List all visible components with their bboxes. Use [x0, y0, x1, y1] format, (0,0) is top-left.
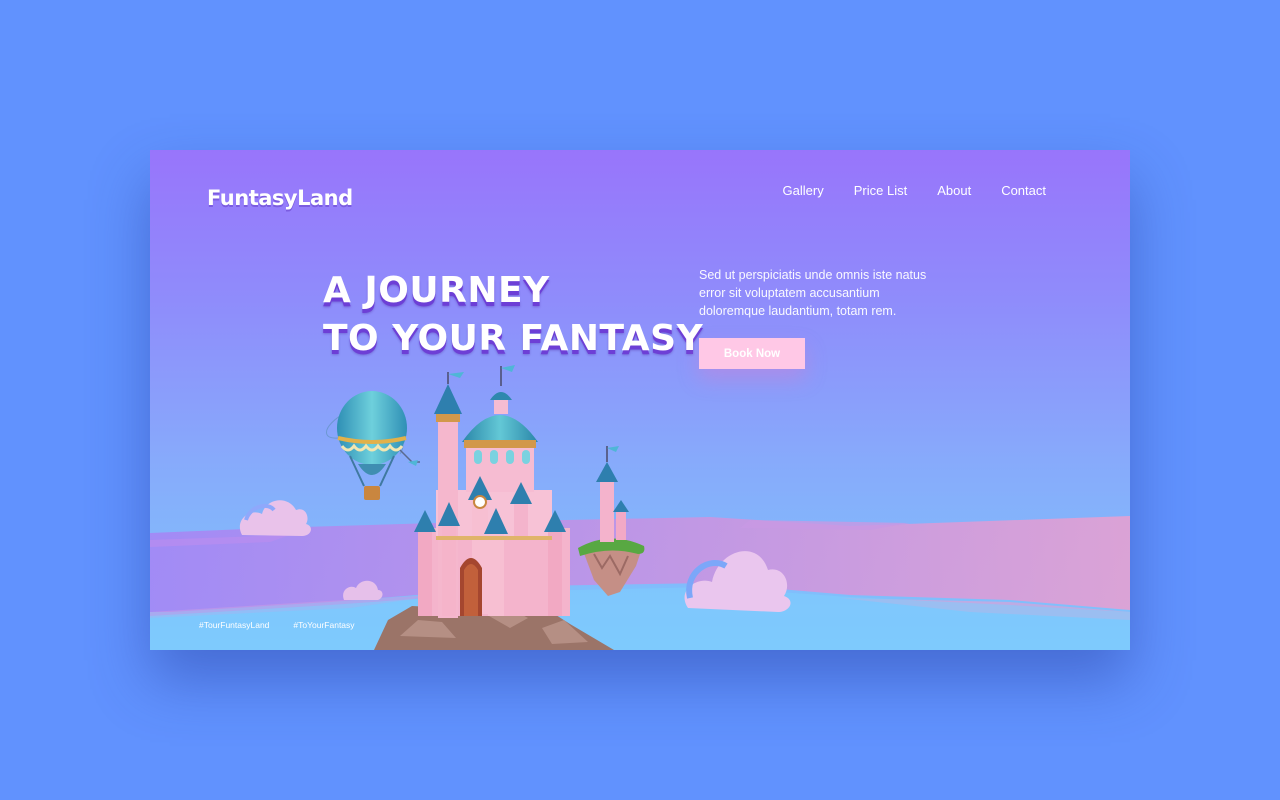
- hero-headline-line-2: TO YOUR FANTASY: [323, 318, 704, 359]
- landing-card: FuntasyLand Gallery Price List About Con…: [150, 150, 1130, 650]
- nav-item-contact[interactable]: Contact: [1001, 183, 1046, 198]
- hero-description: Sed ut perspiciatis unde omnis iste natu…: [699, 268, 927, 318]
- nav-item-gallery[interactable]: Gallery: [783, 183, 824, 198]
- hashtag-list: #TourFuntasyLand #ToYourFantasy: [199, 620, 355, 630]
- brand-logo[interactable]: FuntasyLand: [207, 186, 353, 210]
- hot-air-balloon-icon: [326, 391, 420, 500]
- hashtag-tour-funtasyland[interactable]: #TourFuntasyLand: [199, 620, 269, 630]
- hero-headline-line-1: A JOURNEY: [323, 270, 550, 311]
- book-now-button[interactable]: Book Now: [699, 338, 805, 369]
- nav-item-about[interactable]: About: [937, 183, 971, 198]
- page-background: { "brand": { "logo": "FuntasyLand" }, "n…: [0, 0, 1280, 800]
- main-nav: Gallery Price List About Contact: [783, 183, 1046, 198]
- nav-item-price-list[interactable]: Price List: [854, 183, 907, 198]
- hero-headline: A JOURNEY TO YOUR FANTASY: [323, 267, 703, 363]
- cloud-icon: [239, 500, 311, 536]
- hashtag-to-your-fantasy[interactable]: #ToYourFantasy: [293, 620, 354, 630]
- hero-illustration: [150, 365, 1130, 650]
